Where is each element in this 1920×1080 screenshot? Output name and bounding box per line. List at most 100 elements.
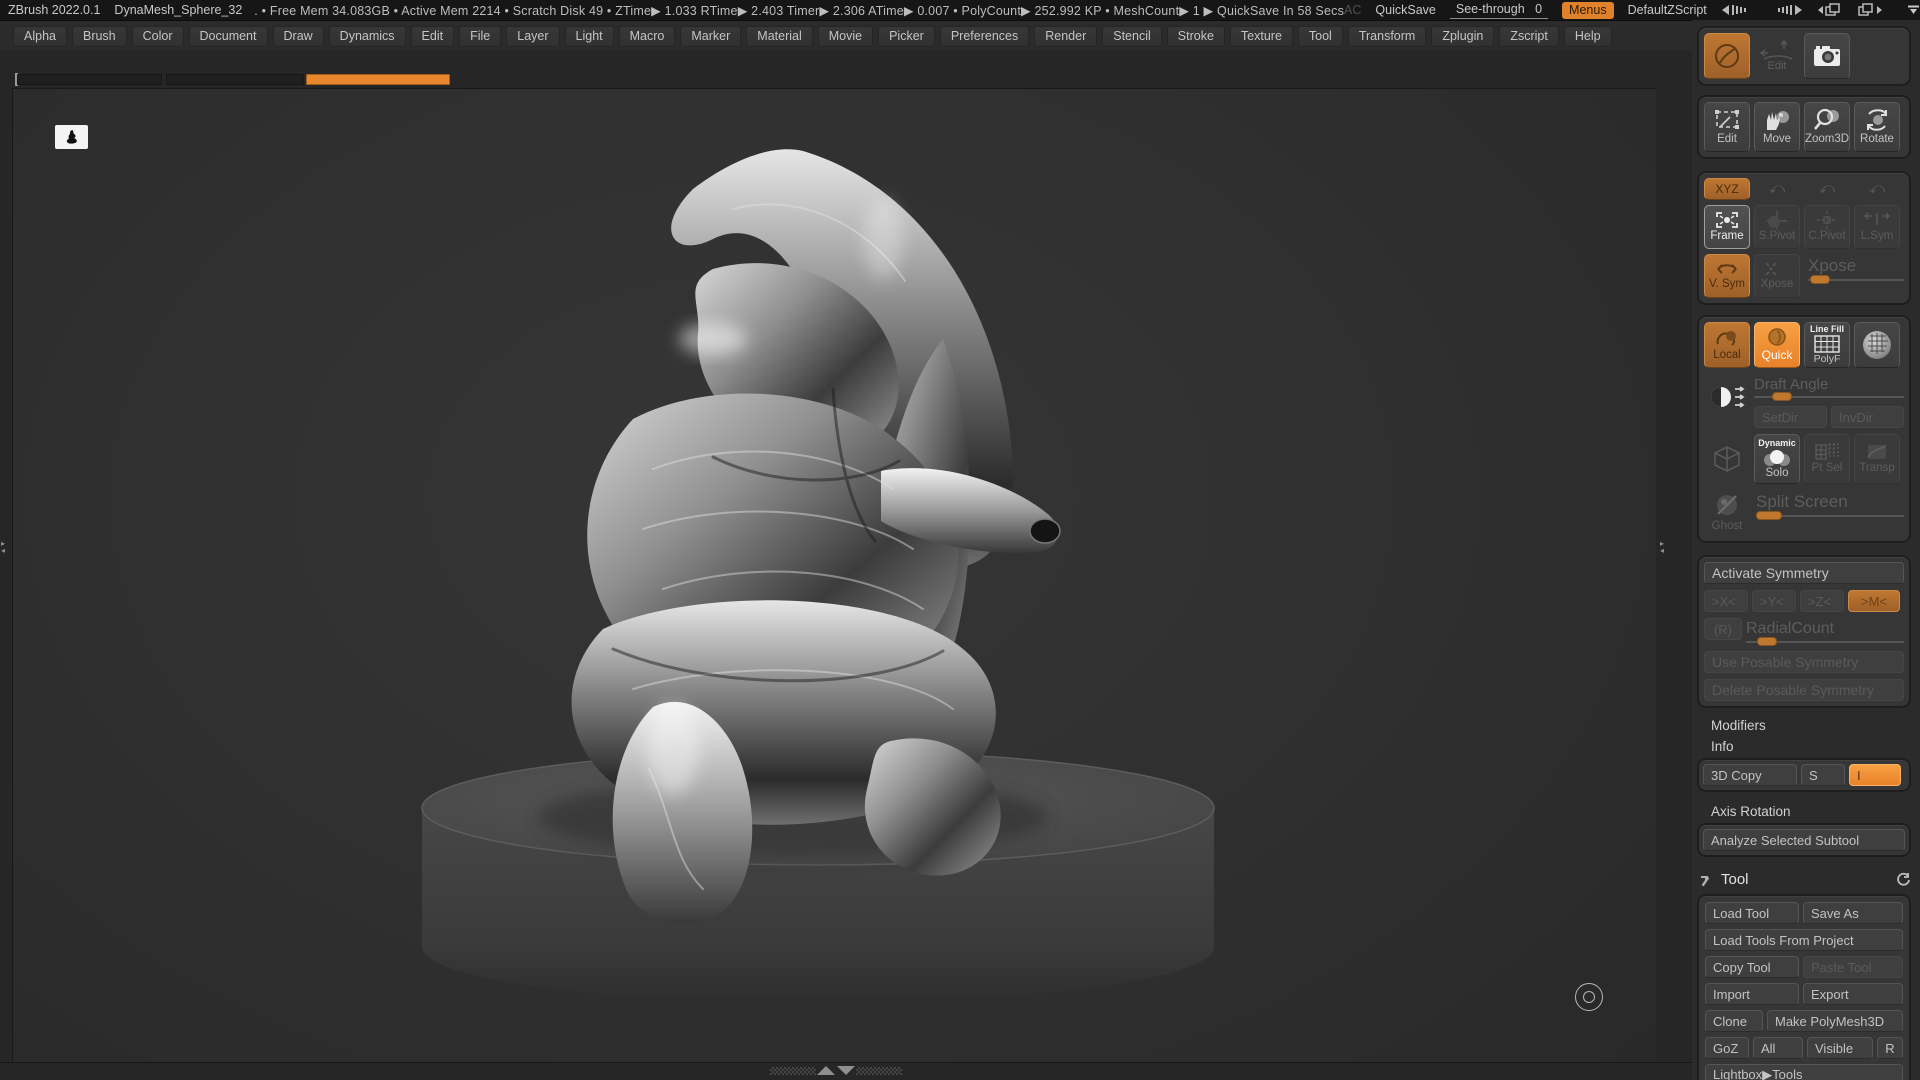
menu-preferences[interactable]: Preferences <box>939 26 1030 47</box>
zoom3d-button[interactable]: Zoom3D <box>1804 102 1850 152</box>
menu-stencil[interactable]: Stencil <box>1102 26 1162 47</box>
activate-symmetry-button[interactable]: Activate Symmetry <box>1704 562 1904 584</box>
menu-render[interactable]: Render <box>1034 26 1098 47</box>
scrub-back-icon[interactable] <box>1721 4 1755 16</box>
right-tray-handle[interactable]: ▸ ◂ <box>1660 540 1664 555</box>
rotate-z-icon[interactable]: ⤺ <box>1854 178 1900 200</box>
menu-help[interactable]: Help <box>1563 26 1612 47</box>
ghost-button[interactable]: Ghost <box>1704 490 1750 536</box>
transparent-button[interactable]: Transp <box>1854 434 1900 484</box>
pm3d-sphere-button[interactable] <box>1854 322 1900 368</box>
prev-window-icon[interactable] <box>1817 3 1843 17</box>
i-toggle-button[interactable]: I <box>1849 764 1901 786</box>
edit-object-button[interactable]: Edit <box>1754 33 1800 79</box>
mirror-z-button[interactable]: >Z< <box>1800 590 1844 612</box>
bottom-tray-handle[interactable] <box>770 1066 902 1075</box>
mirror-x-button[interactable]: >X< <box>1704 590 1748 612</box>
menu-picker[interactable]: Picker <box>878 26 935 47</box>
see-through-slider[interactable]: See-through 0 <box>1449 2 1549 19</box>
menu-stroke[interactable]: Stroke <box>1166 26 1225 47</box>
solo-button[interactable]: Dynamic Solo <box>1754 434 1800 484</box>
lightbox-tools-button[interactable]: Lightbox▶Tools <box>1705 1064 1903 1080</box>
backface-mask-button[interactable] <box>1704 374 1750 420</box>
slider-handle[interactable] <box>1809 275 1830 284</box>
quick-3d-edit-button[interactable]: Quick <box>1754 322 1800 368</box>
s-button[interactable]: S <box>1801 764 1845 786</box>
menu-layer[interactable]: Layer <box>506 26 560 47</box>
edit-mode-button[interactable]: Edit <box>1704 102 1750 152</box>
slider-handle[interactable] <box>1757 637 1778 646</box>
frame-button[interactable]: Frame <box>1704 205 1750 249</box>
perspective-cube-button[interactable] <box>1704 436 1750 482</box>
document-bar-active-segment[interactable] <box>306 74 450 85</box>
save-as-button[interactable]: Save As <box>1803 902 1903 924</box>
menu-zplugin[interactable]: Zplugin <box>1431 26 1495 47</box>
slider-handle[interactable] <box>1756 511 1782 520</box>
menu-draw[interactable]: Draw <box>272 26 324 47</box>
document-thumbnail-icon[interactable] <box>55 125 88 149</box>
slider-handle[interactable] <box>1772 392 1792 401</box>
draft-angle-slider[interactable]: Draft Angle <box>1754 374 1904 401</box>
menus-toggle-button[interactable]: Menus <box>1562 1 1614 19</box>
goz-r-button[interactable]: R <box>1877 1037 1903 1059</box>
use-posable-symmetry-button[interactable]: Use Posable Symmetry <box>1704 651 1904 673</box>
export-button[interactable]: Export <box>1803 983 1903 1005</box>
menu-document[interactable]: Document <box>188 26 268 47</box>
local-transform-button[interactable]: Local <box>1704 322 1750 368</box>
clone-button[interactable]: Clone <box>1705 1010 1763 1032</box>
view-symmetry-button[interactable]: V. Sym <box>1704 254 1750 298</box>
split-screen-slider[interactable]: Split Screen <box>1756 490 1904 520</box>
rotate-xyz-button[interactable]: XYZ <box>1704 178 1750 200</box>
sculpt-viewport[interactable] <box>12 88 1656 1062</box>
left-tray-handle[interactable]: ▸ ◂ <box>1 540 5 555</box>
next-window-icon[interactable] <box>1857 3 1883 17</box>
copy-tool-button[interactable]: Copy Tool <box>1705 956 1799 978</box>
menu-macro[interactable]: Macro <box>618 26 676 47</box>
menu-marker[interactable]: Marker <box>680 26 742 47</box>
menu-brush[interactable]: Brush <box>71 26 127 47</box>
draw-polyframe-button[interactable]: Line Fill PolyF <box>1804 322 1850 368</box>
goz-visible-button[interactable]: Visible <box>1807 1037 1873 1059</box>
local-symmetry-button[interactable]: L.Sym <box>1854 205 1900 249</box>
menu-material[interactable]: Material <box>746 26 813 47</box>
menu-texture[interactable]: Texture <box>1229 26 1293 47</box>
make-polymesh3d-button[interactable]: Make PolyMesh3D <box>1767 1010 1903 1032</box>
rotate-x-icon[interactable]: ⤺ <box>1754 178 1800 200</box>
tool-palette-header[interactable]: Tool <box>1699 871 1911 888</box>
import-button[interactable]: Import <box>1705 983 1799 1005</box>
radial-r-button[interactable]: (R) <box>1704 618 1742 640</box>
clear-pivot-button[interactable]: C.Pivot <box>1804 205 1850 249</box>
scrub-forward-icon[interactable] <box>1769 4 1803 16</box>
set-pivot-button[interactable]: S.Pivot <box>1754 205 1800 249</box>
projection-master-button[interactable] <box>1704 33 1750 79</box>
grab-document-button[interactable] <box>1804 33 1850 79</box>
rotate-y-icon[interactable]: ⤺ <box>1804 178 1850 200</box>
menu-movie[interactable]: Movie <box>817 26 874 47</box>
menu-tool[interactable]: Tool <box>1297 26 1343 47</box>
document-bar-segment[interactable] <box>166 74 304 85</box>
menu-file[interactable]: File <box>459 26 502 47</box>
menu-dynamics[interactable]: Dynamics <box>328 26 406 47</box>
xpose-slider[interactable]: Xpose <box>1808 254 1904 284</box>
default-zscript-button[interactable]: DefaultZScript <box>1628 3 1707 17</box>
menu-alpha[interactable]: Alpha <box>13 26 67 47</box>
menu-light[interactable]: Light <box>564 26 614 47</box>
menu-zscript[interactable]: Zscript <box>1499 26 1559 47</box>
delete-posable-symmetry-button[interactable]: Delete Posable Symmetry <box>1704 679 1904 701</box>
3d-copy-button[interactable]: 3D Copy <box>1703 764 1797 786</box>
menu-transform[interactable]: Transform <box>1347 26 1427 47</box>
mirror-m-button[interactable]: >M< <box>1848 590 1900 612</box>
menu-color[interactable]: Color <box>131 26 184 47</box>
analyze-selected-subtool-button[interactable]: Analyze Selected Subtool <box>1703 829 1905 851</box>
quicksave-button[interactable]: QuickSave <box>1375 3 1435 17</box>
mirror-y-button[interactable]: >Y< <box>1752 590 1796 612</box>
xpose-button[interactable]: Xpose <box>1754 254 1800 298</box>
menu-edit[interactable]: Edit <box>410 26 455 47</box>
goz-all-button[interactable]: All <box>1753 1037 1803 1059</box>
load-tool-button[interactable]: Load Tool <box>1705 902 1799 924</box>
goz-button[interactable]: GoZ <box>1705 1037 1749 1059</box>
minimize-button[interactable] <box>1907 5 1920 16</box>
point-select-button[interactable]: Pt Sel <box>1804 434 1850 484</box>
rotate-button[interactable]: Rotate <box>1854 102 1900 152</box>
load-tools-from-project-button[interactable]: Load Tools From Project <box>1705 929 1903 951</box>
